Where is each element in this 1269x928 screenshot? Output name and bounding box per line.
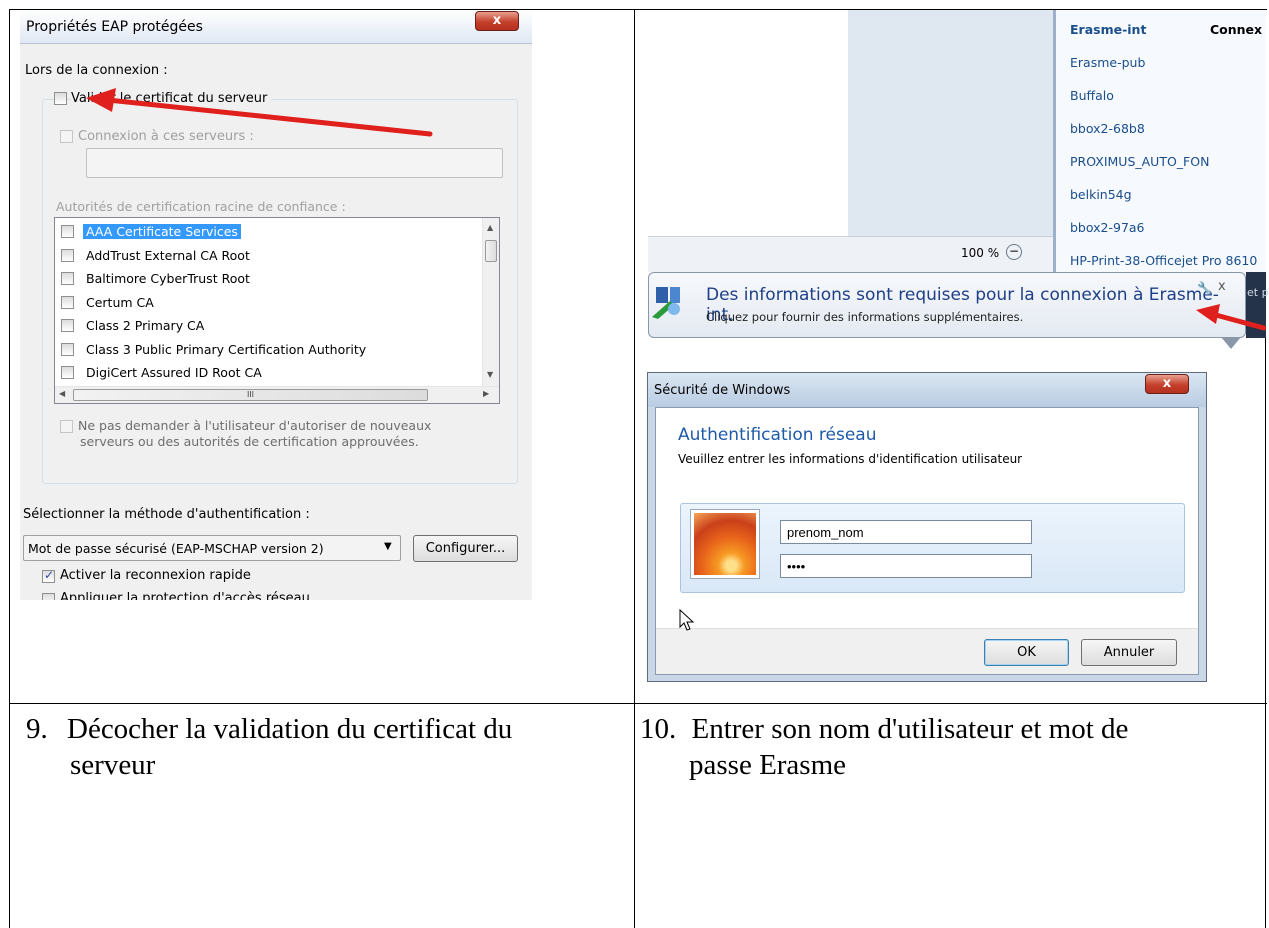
ca-list[interactable]: AAA Certificate Services AddTrust Externa… <box>54 217 500 404</box>
step-9-text-line2: serveur <box>70 749 156 781</box>
security-button-bar: OK Annuler <box>656 628 1198 674</box>
scroll-left-arrow-icon[interactable]: ◀ <box>59 389 65 398</box>
wifi-network-item[interactable]: Erasme-pub <box>1070 55 1145 70</box>
wifi-network-item[interactable]: Erasme-int <box>1070 22 1146 37</box>
network-list[interactable]: Erasme-int Erasme-pub Buffalo bbox2-68b8 PRO… <box>1056 10 1266 272</box>
ok-button[interactable]: OK <box>984 639 1069 666</box>
wifi-network-item[interactable]: bbox2-68b8 <box>1070 121 1145 136</box>
chevron-down-icon: ▼ <box>384 541 392 552</box>
wifi-network-item[interactable]: belkin54g <box>1070 187 1132 202</box>
connect-label[interactable]: Connex <box>1210 22 1262 37</box>
table-divider-center <box>634 9 635 928</box>
ca-list-item[interactable]: Baltimore CyberTrust Root <box>61 268 481 290</box>
ca-list-item[interactable]: AddTrust External CA Root <box>61 245 481 267</box>
background-window-strip <box>848 10 1053 248</box>
security-close-button[interactable]: x <box>1145 374 1189 394</box>
ca-item-checkbox[interactable] <box>61 225 74 238</box>
table-border-left <box>9 9 10 928</box>
wifi-network-panel: 100 % − Erasme-int Erasme-pub Buffalo bbox2… <box>648 10 1266 272</box>
zoom-out-icon[interactable]: − <box>1006 244 1022 260</box>
security-title-bar: Sécurité de Windows x <box>648 373 1206 407</box>
scroll-up-arrow-icon[interactable]: ▲ <box>487 223 493 232</box>
notification-close-button[interactable]: x <box>1218 279 1226 294</box>
wifi-network-item[interactable]: HP-Print-38-Officejet Pro 8610 <box>1070 253 1257 268</box>
ca-item-checkbox[interactable] <box>61 248 74 262</box>
ca-item-label: AddTrust External CA Root <box>86 247 250 263</box>
nap-label: Appliquer la protection d'accès réseau <box>60 591 310 600</box>
step-9-text-line1: Décocher la validation du certificat du <box>67 713 513 745</box>
scroll-right-arrow-icon[interactable]: ▶ <box>483 389 489 398</box>
auth-method-value: Mot de passe sécurisé (EAP-MSCHAP versio… <box>28 541 324 556</box>
ca-item-checkbox[interactable] <box>61 272 74 285</box>
auth-subheading: Veuillez entrer les informations d'ident… <box>678 452 1023 466</box>
red-arrow-validate-cert <box>86 88 433 137</box>
red-arrow-notification <box>1196 304 1266 331</box>
step-10-text-line2: passe Erasme <box>689 749 847 781</box>
step-10-number: 10. <box>640 713 677 745</box>
nap-checkbox[interactable] <box>42 593 55 600</box>
wifi-network-item[interactable]: bbox2-97a6 <box>1070 220 1145 235</box>
no-prompt-label: Ne pas demander à l'utilisateur d'autori… <box>78 418 431 450</box>
zoom-label: 100 % <box>961 246 1000 260</box>
cancel-button[interactable]: Annuler <box>1081 639 1177 666</box>
horizontal-scroll-thumb[interactable]: III <box>73 389 428 401</box>
vertical-scroll-thumb[interactable] <box>485 240 497 262</box>
ca-item-label: Class 2 Primary CA <box>86 318 205 333</box>
step-9-number: 9. <box>26 713 48 745</box>
step-9-caption: 9. Décocher la validation du certificat … <box>26 711 626 783</box>
flower-picture-icon <box>694 513 756 575</box>
ca-list-horizontal-scrollbar[interactable]: ◀ III ▶ <box>55 386 499 403</box>
ca-item-label: Class 3 Public Primary Certification Aut… <box>86 341 367 357</box>
windows-security-dialog: Sécurité de Windows x Authentification r… <box>647 372 1207 682</box>
ca-list-item[interactable]: DigiCert Assured ID Root CA <box>61 362 481 384</box>
ca-item-label: DigiCert Assured ID Root CA <box>86 365 262 380</box>
ca-item-label: Certum CA <box>86 294 154 310</box>
auth-method-label: Sélectionner la méthode d'authentificati… <box>23 507 310 522</box>
fast-reconnect-label: Activer la reconnexion rapide <box>60 568 251 583</box>
no-prompt-label-line1: Ne pas demander à l'utilisateur d'autori… <box>78 418 432 433</box>
password-field[interactable] <box>780 554 1032 578</box>
balloon-tail <box>1221 337 1241 349</box>
ca-list-item[interactable]: Class 3 Public Primary Certification Aut… <box>61 339 481 361</box>
ca-list-item[interactable]: Class 2 Primary CA <box>61 315 481 337</box>
configure-button[interactable]: Configurer... <box>413 535 518 562</box>
ca-list-vertical-scrollbar[interactable]: ▲ ▼ <box>482 218 499 386</box>
ca-list-item[interactable]: AAA Certificate Services <box>61 221 481 243</box>
ca-item-checkbox[interactable] <box>61 295 74 309</box>
status-bar: 100 % − <box>648 236 1058 272</box>
step-10-text-line1: Entrer son nom d'utilisateur et mot de <box>691 713 1129 745</box>
no-prompt-checkbox[interactable] <box>60 420 73 433</box>
security-content: Authentification réseau Veuillez entrer … <box>655 407 1199 675</box>
table-row-divider <box>9 703 1267 704</box>
no-prompt-label-line2: serveurs ou des autorités de certificati… <box>80 434 419 449</box>
ca-item-label: Baltimore CyberTrust Root <box>86 271 250 286</box>
wifi-network-item[interactable]: PROXIMUS_AUTO_FON <box>1070 154 1209 169</box>
user-avatar <box>690 509 760 579</box>
ca-item-checkbox[interactable] <box>61 366 74 379</box>
mouse-cursor-icon <box>679 608 695 631</box>
notification-balloon[interactable]: Des informations sont requises pour la c… <box>648 272 1246 349</box>
ca-item-label: AAA Certificate Services <box>83 224 241 239</box>
ca-item-checkbox[interactable] <box>61 319 74 332</box>
wifi-network-item[interactable]: Buffalo <box>1070 88 1114 103</box>
wrench-icon[interactable]: 🔧 <box>1197 281 1212 295</box>
scroll-down-arrow-icon[interactable]: ▼ <box>487 370 493 379</box>
ca-item-checkbox[interactable] <box>61 342 74 356</box>
security-dialog-title: Sécurité de Windows <box>654 383 791 398</box>
clipped-network-text: et p <box>1247 286 1269 299</box>
credential-tile[interactable] <box>680 503 1185 593</box>
username-field[interactable] <box>780 520 1032 544</box>
notification-subtitle[interactable]: Cliquez pour fournir des informations su… <box>706 310 1023 324</box>
auth-method-select[interactable]: Mot de passe sécurisé (EAP-MSCHAP versio… <box>23 535 401 561</box>
auth-heading: Authentification réseau <box>678 425 877 445</box>
network-warning-icon <box>652 287 680 319</box>
fast-reconnect-checkbox[interactable] <box>42 568 55 583</box>
ca-list-item[interactable]: Certum CA <box>61 292 481 314</box>
step-10-caption: 10. Entrer son nom d'utilisateur et mot … <box>640 711 1260 783</box>
